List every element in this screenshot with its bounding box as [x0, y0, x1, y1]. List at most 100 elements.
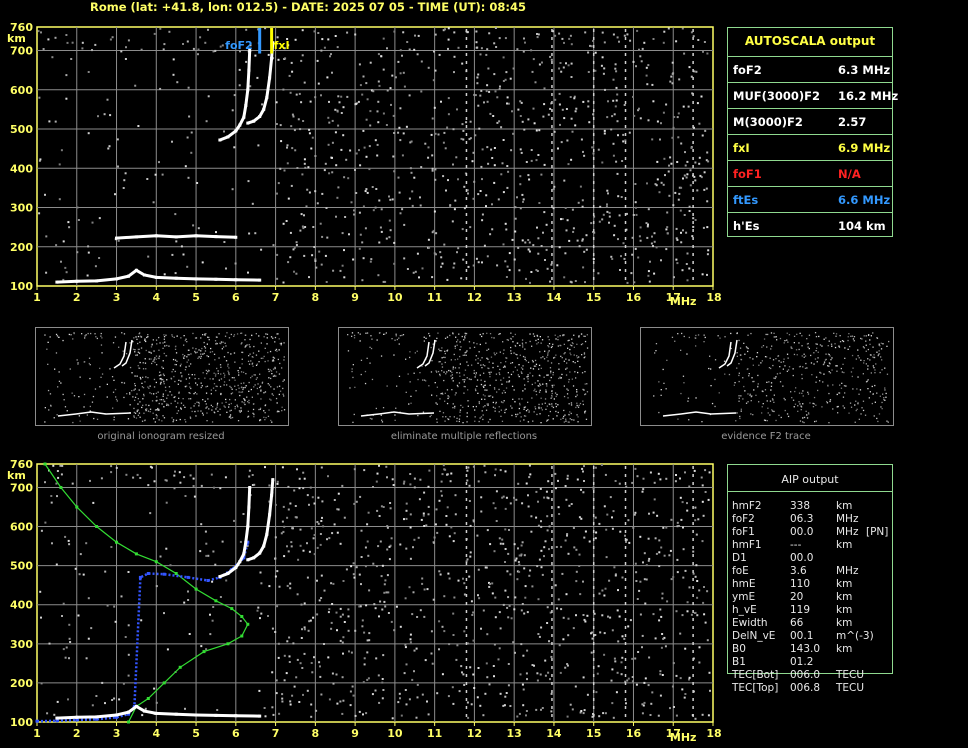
aip-cell-v: 338	[790, 500, 811, 512]
trace-point	[206, 579, 210, 582]
aip-row-hmf2: hmF2 338 km	[732, 500, 890, 513]
x-tick-label: 16	[626, 291, 642, 304]
y-tick-label: 200	[10, 241, 33, 254]
trace-point	[95, 525, 99, 528]
trace-point	[174, 572, 178, 575]
x-tick-label: 15	[586, 291, 601, 304]
trace-point	[234, 278, 238, 282]
trace-point	[242, 552, 246, 556]
aip-cell-u: km	[836, 539, 853, 551]
trace-point	[214, 235, 218, 239]
aip-cell-u: MHz	[836, 565, 859, 577]
aip-cell-u: km	[836, 578, 853, 590]
trace-point	[75, 715, 79, 719]
trace-point	[240, 615, 244, 618]
y-axis-label: km	[7, 32, 26, 45]
aip-cell-u: m^(-3)	[836, 630, 874, 642]
y-tick-label: 600	[10, 84, 33, 97]
x-tick-label: 2	[73, 727, 81, 740]
aip-row-foe: foE 3.6 MHz	[732, 565, 890, 578]
trace-point	[55, 280, 59, 284]
autoscala-param-label: h'Es	[733, 219, 760, 233]
trace-point	[154, 711, 158, 715]
aip-cell-p: D1	[732, 552, 747, 564]
aip-row-ewidth: Ewidth 66 km	[732, 617, 890, 630]
autoscala-param-label: foF1	[733, 167, 762, 181]
aip-cell-p: foF2	[732, 513, 755, 525]
y-tick-label: 700	[10, 45, 33, 58]
trace-point	[55, 716, 59, 720]
y-tick-label: 200	[10, 677, 33, 690]
aip-cell-u: km	[836, 643, 853, 655]
trace-point	[226, 135, 230, 139]
autoscala-param-value: 6.9 MHz	[838, 141, 891, 155]
thumbnail-f2-trace	[640, 327, 894, 426]
thumbnail-fx-trace	[726, 339, 738, 367]
trace-point	[134, 704, 138, 708]
trace-point	[246, 525, 250, 528]
aip-row-fof2: foF2 06.3 MHz	[732, 513, 890, 526]
trace-point	[268, 513, 272, 517]
aip-output-panel: AIP output hmF2 338 km foF2 06.3 MHz foF1 00.0 M…	[727, 464, 893, 694]
x-tick-label: 13	[507, 727, 522, 740]
autoscala-row-fof2: foF2 6.3 MHz	[728, 56, 892, 83]
aip-cell-v: 01.2	[790, 656, 814, 668]
aip-cell-p: Ewidth	[732, 617, 768, 629]
trace-point	[174, 276, 178, 280]
bottom-ionogram-chart: 1 2 3 4 5 6 7 8 9 10 11 12 13 14 15 16 17 181002003004005…	[7, 458, 722, 744]
trace-point	[238, 123, 242, 127]
x-tick-label: 2	[73, 291, 81, 304]
trace-point	[146, 572, 150, 575]
x-tick-label: 9	[351, 727, 359, 740]
trace-point	[194, 587, 198, 591]
trace-point	[162, 681, 166, 685]
trace-point	[186, 575, 190, 579]
trace-point	[214, 599, 218, 603]
trace-point	[43, 462, 47, 466]
autoscala-param-label: foF2	[733, 63, 762, 77]
aip-row-yme: ymE 20 km	[732, 591, 890, 604]
trace-line	[56, 704, 260, 720]
x-axis-label: MHz	[670, 295, 697, 308]
marker-label-fxi: fxI	[274, 39, 290, 52]
top-ionogram-chart: 1 2 3 4 5 6 7 8 9 10 11 12 13 14 15 16 17 181002003004005…	[7, 21, 722, 308]
aip-cell-v: 3.6	[790, 565, 807, 577]
aip-cell-u: TECU	[836, 682, 865, 694]
x-tick-label: 14	[546, 727, 562, 740]
trace-point	[265, 96, 269, 100]
trace-point	[246, 622, 250, 626]
aip-cell-v: 06.3	[790, 513, 814, 525]
aip-cell-p: DelN_vE	[732, 630, 776, 642]
trace-point	[134, 268, 138, 272]
autoscala-row-ftes: ftEs 6.6 MHz	[728, 186, 892, 213]
x-tick-label: 4	[152, 291, 160, 304]
aip-cell-u: km	[836, 500, 853, 512]
autoscala-row-h-es: h'Es 104 km	[728, 212, 892, 239]
aip-cell-u: MHz	[836, 513, 859, 525]
autoscala-row-muf-3000-f2: MUF(3000)F2 16.2 MHz	[728, 82, 898, 109]
x-tick-label: 6	[232, 291, 240, 304]
x-tick-label: 5	[192, 727, 200, 740]
trace-point	[127, 720, 130, 724]
y-tick-label: 400	[10, 162, 33, 175]
trace-point	[115, 277, 118, 281]
trace-point	[226, 572, 230, 575]
autoscala-param-value: 6.6 MHz	[838, 193, 891, 207]
trace-point	[127, 274, 130, 278]
trace-point	[240, 634, 244, 638]
x-tick-label: 3	[113, 727, 121, 740]
autoscala-output-panel: AUTOSCALA output foF2 6.3 MHz MUF(3000)F2 1…	[727, 27, 898, 239]
trace-point	[271, 478, 275, 482]
thumbnail-original	[35, 327, 289, 426]
trace-point	[194, 277, 198, 281]
x-tick-label: 11	[427, 727, 442, 740]
trace-point	[162, 572, 166, 576]
autoscala-param-value: 104 km	[838, 219, 886, 233]
trace-point	[115, 236, 118, 240]
aip-cell-e: [PN]	[866, 526, 889, 538]
trace-point	[262, 544, 266, 548]
trace-point	[154, 275, 158, 279]
autoscala-param-value: 2.57	[838, 115, 867, 129]
aip-cell-p: hmE	[732, 578, 756, 590]
aip-row-hme: hmE 110 km	[732, 578, 890, 591]
